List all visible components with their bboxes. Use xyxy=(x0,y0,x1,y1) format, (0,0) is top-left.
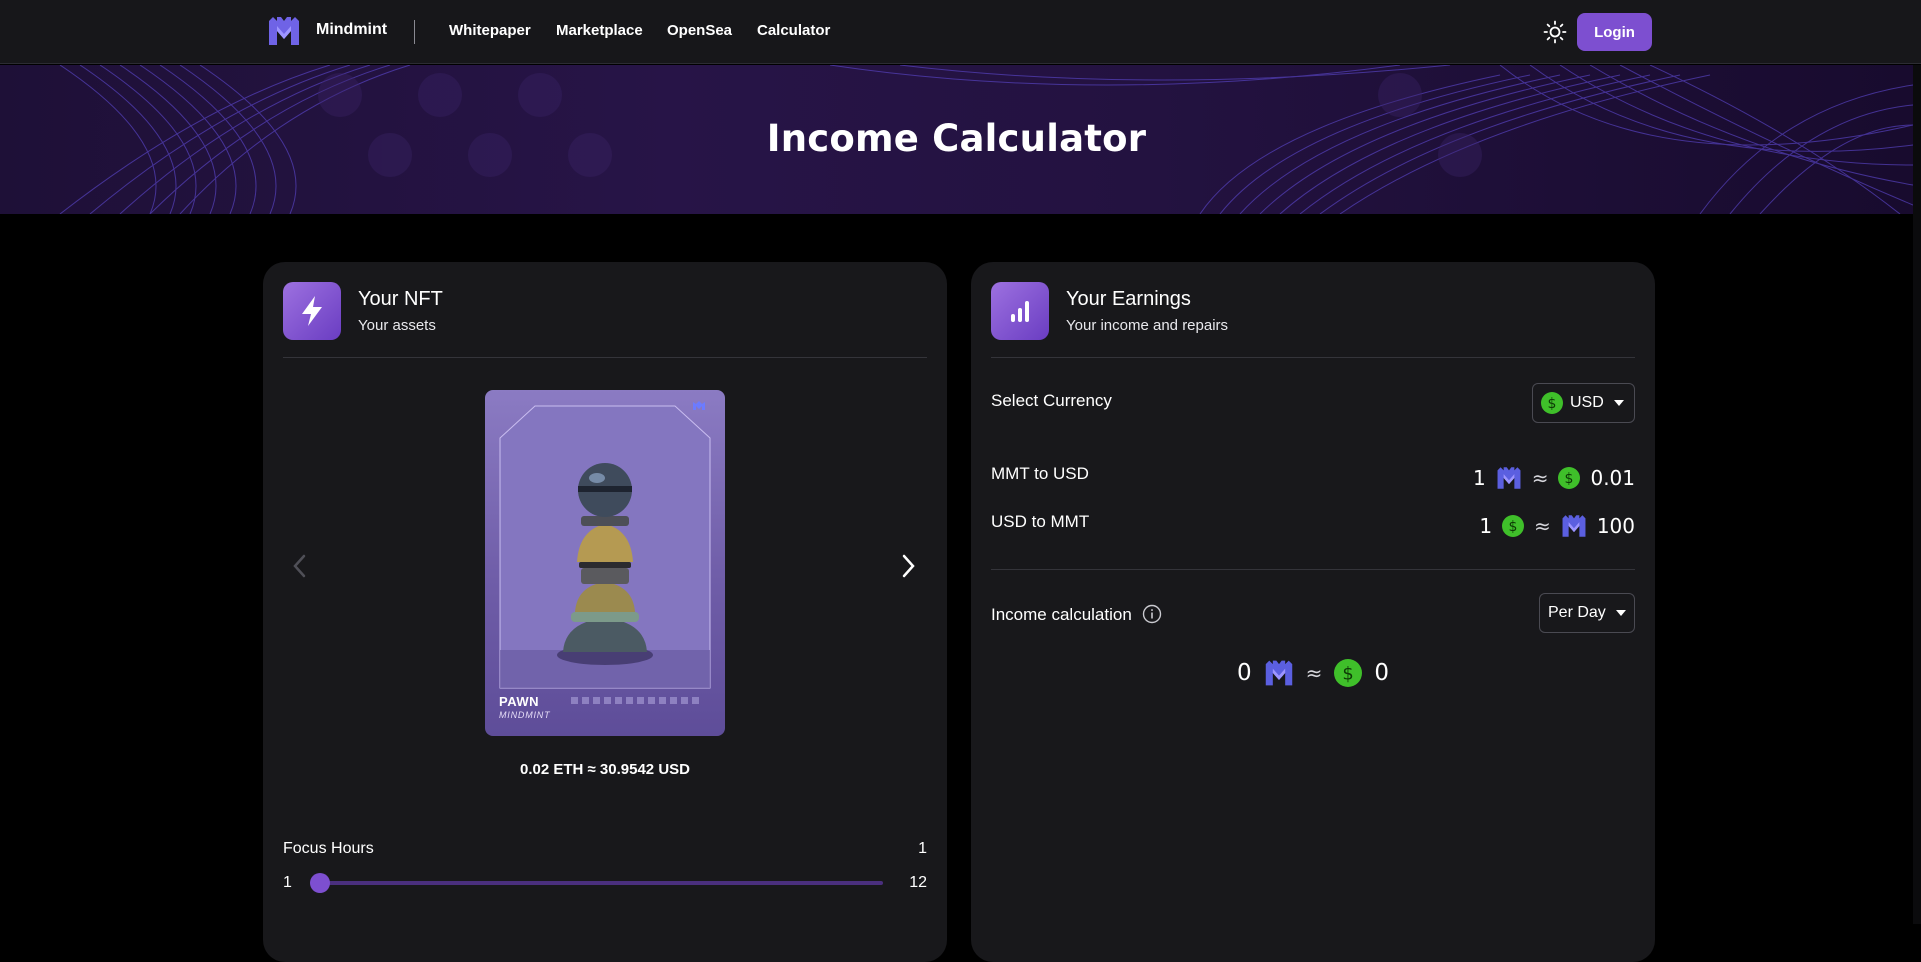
nav-link-whitepaper[interactable]: Whitepaper xyxy=(449,22,531,39)
usd-amount: 1 xyxy=(1479,514,1493,538)
period-select-value: Per Day xyxy=(1548,604,1606,621)
approx-symbol: ≈ xyxy=(1531,466,1549,490)
usd-amount: 0.01 xyxy=(1590,466,1635,490)
bar-chart-icon xyxy=(991,282,1049,340)
select-currency-label: Select Currency xyxy=(991,391,1112,410)
nav-link-opensea[interactable]: OpenSea xyxy=(667,22,732,39)
nft-price: 0.02 ETH ≈ 30.9542 USD xyxy=(520,761,690,778)
usd-coin-icon: $ xyxy=(1541,392,1563,414)
usd-coin-icon: $ xyxy=(1334,659,1363,687)
mmt-amount: 1 xyxy=(1472,466,1486,490)
mmt-token-icon xyxy=(1562,515,1586,537)
nft-brand: MINDMINT xyxy=(499,710,551,720)
mindmint-logo-icon[interactable] xyxy=(267,15,301,47)
nav-divider xyxy=(414,20,415,44)
chevron-down-icon xyxy=(1613,400,1624,406)
svg-text:$: $ xyxy=(1509,519,1518,535)
income-mmt-value: 0 xyxy=(1236,660,1252,686)
svg-text:$: $ xyxy=(1343,663,1354,684)
focus-hours-label: Focus Hours xyxy=(283,840,374,857)
slider-thumb[interactable] xyxy=(310,873,330,893)
slider-max-label: 12 xyxy=(909,874,927,891)
approx-symbol: ≈ xyxy=(1534,514,1551,538)
focus-hours-value: 1 xyxy=(918,840,927,857)
period-select[interactable]: Per Day xyxy=(1539,593,1635,633)
brand-name[interactable]: Mindmint xyxy=(316,21,387,39)
earnings-panel-subtitle: Your income and repairs xyxy=(1066,317,1229,334)
mmt-amount: 100 xyxy=(1596,514,1635,538)
page-scrollbar[interactable] xyxy=(1913,65,1921,924)
earnings-panel-title: Your Earnings xyxy=(1066,288,1191,310)
nav-link-marketplace[interactable]: Marketplace xyxy=(556,22,643,39)
usd-coin-icon: $ xyxy=(1558,467,1581,489)
chevron-left-icon[interactable] xyxy=(288,552,312,580)
income-usd-value: 0 xyxy=(1374,660,1390,686)
usd-to-mmt-label: USD to MMT xyxy=(991,512,1090,531)
chevron-down-icon xyxy=(1615,610,1626,616)
mmt-to-usd-rate: 1 ≈ $ 0.01 xyxy=(1473,465,1635,491)
nav-link-calculator[interactable]: Calculator xyxy=(757,22,830,39)
nft-card-pawn[interactable]: PAWN MINDMINT xyxy=(485,390,725,736)
svg-text:$: $ xyxy=(1565,471,1574,487)
page-title: Income Calculator xyxy=(766,117,1147,160)
approx-symbol: ≈ xyxy=(1305,661,1323,685)
usd-to-mmt-rate: 1 $ ≈ 100 xyxy=(1479,513,1635,539)
income-calculation-label: Income calculation xyxy=(991,605,1132,624)
section-divider xyxy=(991,569,1635,570)
mmt-token-icon xyxy=(1265,660,1292,686)
nft-name: PAWN xyxy=(499,694,540,709)
earnings-panel: Your Earnings Your income and repairs Se… xyxy=(971,262,1655,962)
nft-panel-divider xyxy=(283,357,927,358)
mmt-to-usd-label: MMT to USD xyxy=(991,464,1089,483)
svg-text:$: $ xyxy=(1548,396,1557,412)
sun-icon[interactable] xyxy=(1543,20,1567,44)
login-button[interactable]: Login xyxy=(1577,13,1652,51)
earnings-panel-divider xyxy=(991,357,1635,358)
info-icon[interactable] xyxy=(1142,604,1162,624)
usd-coin-icon: $ xyxy=(1502,515,1525,537)
slider-min-label: 1 xyxy=(283,874,292,891)
hero-banner: Income Calculator xyxy=(0,65,1913,214)
top-navbar: Mindmint Whitepaper Marketplace OpenSea … xyxy=(0,0,1921,64)
income-result: 0 ≈ $ 0 xyxy=(971,658,1655,688)
focus-hours-slider[interactable] xyxy=(310,873,883,893)
currency-select-value: USD xyxy=(1570,394,1604,411)
lightning-icon xyxy=(283,282,341,340)
nft-panel-subtitle: Your assets xyxy=(358,317,436,334)
nft-panel-title: Your NFT xyxy=(358,288,443,310)
chevron-right-icon[interactable] xyxy=(896,552,920,580)
nft-panel: Your NFT Your assets PAWN MINDMINT 0.02 … xyxy=(263,262,947,962)
mmt-token-icon xyxy=(1497,467,1521,489)
pawn-artwork xyxy=(499,401,711,704)
currency-select[interactable]: $ USD xyxy=(1532,383,1635,423)
